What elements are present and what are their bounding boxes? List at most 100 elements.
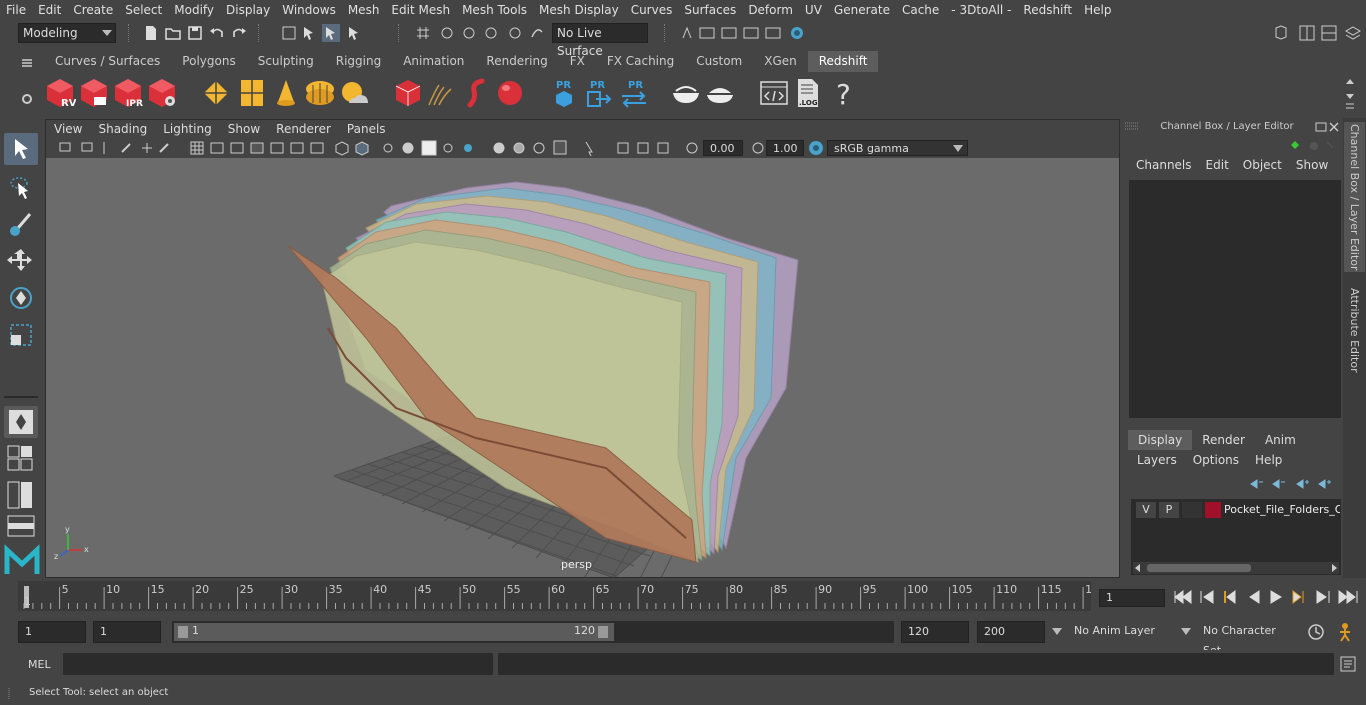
sphere-icon[interactable] — [494, 77, 526, 109]
mel-label[interactable]: MEL — [28, 658, 51, 671]
viewport-menu-lighting[interactable]: Lighting — [155, 122, 220, 136]
redo-icon[interactable] — [230, 24, 248, 42]
scroll-left-icon[interactable] — [1134, 564, 1142, 572]
ipr-render-icon[interactable]: IPR — [112, 77, 144, 109]
3d-viewport[interactable]: x y z persp — [46, 158, 1119, 577]
menu-surfaces[interactable]: Surfaces — [678, 0, 742, 20]
select-mode-icon[interactable] — [345, 24, 363, 42]
chevron-down-icon[interactable] — [1181, 628, 1191, 636]
volume-icon[interactable] — [462, 77, 494, 109]
layer-menu-options[interactable]: Options — [1185, 453, 1247, 471]
menu-3dtoall[interactable]: - 3DtoAll - — [945, 0, 1017, 20]
time-slider[interactable]: 5 10 15 20 25 30 35 40 45 50 55 60 65 70 75 80 85 90 95 100… — [18, 581, 1099, 611]
snap-view-icon[interactable] — [482, 24, 500, 42]
channel-menu-object[interactable]: Object — [1236, 158, 1289, 176]
snap-grid-icon[interactable] — [414, 24, 432, 42]
shelf-tab-polygons[interactable]: Polygons — [171, 51, 246, 72]
menu-mesh[interactable]: Mesh — [342, 0, 386, 20]
menu-curves[interactable]: Curves — [625, 0, 679, 20]
sun-light-icon[interactable] — [338, 77, 370, 109]
character-set-selector[interactable]: No Character Set — [1197, 621, 1297, 657]
anim-layer-selector[interactable]: No Anim Layer — [1068, 621, 1172, 643]
menu-create[interactable]: Create — [67, 0, 119, 20]
tab-attribute-editor[interactable]: Attribute Editor — [1344, 280, 1365, 380]
new-scene-icon[interactable] — [142, 24, 160, 42]
move-tool[interactable] — [4, 245, 38, 277]
shelf-tab-animation[interactable]: Animation — [392, 51, 475, 72]
snap-curve-icon[interactable] — [438, 24, 456, 42]
scroll-right-icon[interactable] — [1330, 564, 1338, 572]
menu-select[interactable]: Select — [119, 0, 168, 20]
shelf-tab-custom[interactable]: Custom — [685, 51, 753, 72]
layer-visibility-toggle[interactable]: V — [1136, 502, 1156, 518]
pr-cube-icon[interactable]: PR — [548, 77, 580, 109]
snap-point-icon[interactable] — [460, 24, 478, 42]
gamma-field[interactable]: 1.00 — [766, 140, 804, 156]
range-slider-track[interactable]: 1 120 — [172, 621, 894, 643]
animation-prefs-icon[interactable] — [1334, 622, 1356, 642]
drag-handle-icon[interactable] — [1125, 121, 1139, 131]
menu-help[interactable]: Help — [1078, 0, 1117, 20]
layout-outliner-icon[interactable] — [6, 514, 36, 538]
layer-menu-help[interactable]: Help — [1247, 453, 1290, 471]
menu-uv[interactable]: UV — [799, 0, 828, 20]
hair-icon[interactable] — [426, 77, 458, 109]
float-panel-icon[interactable] — [1315, 122, 1327, 132]
layers-icon[interactable] — [1344, 24, 1362, 42]
log-icon[interactable]: .LOG — [792, 77, 824, 109]
shelf-menu-icon[interactable] — [20, 56, 34, 70]
menu-redshift[interactable]: Redshift — [1017, 0, 1078, 20]
ipr-render-icon[interactable] — [742, 24, 760, 42]
viewport-menu-shading[interactable]: Shading — [90, 122, 155, 136]
mode-selector[interactable]: Modeling — [18, 23, 116, 43]
channel-menu-show[interactable]: Show — [1289, 158, 1335, 176]
layer-reference-toggle[interactable] — [1182, 502, 1202, 518]
exposure-field[interactable]: 0.00 — [703, 140, 743, 156]
command-input[interactable] — [63, 653, 493, 675]
script-icon[interactable] — [758, 77, 790, 109]
layout-two-icon[interactable] — [6, 480, 36, 510]
playback-controls[interactable] — [1173, 587, 1363, 607]
lasso-tool[interactable] — [4, 171, 38, 203]
tab-channel-box[interactable]: Channel Box / Layer Editor — [1344, 122, 1365, 272]
select-hierarchy-icon[interactable] — [280, 24, 298, 42]
playback-end-field[interactable]: 120 — [901, 621, 969, 643]
panel-layout-2-icon[interactable] — [1320, 24, 1338, 42]
select-component-icon[interactable] — [322, 24, 340, 42]
range-handle-right[interactable] — [598, 626, 608, 638]
range-handle-left[interactable] — [178, 626, 188, 638]
open-scene-icon[interactable] — [164, 24, 182, 42]
auto-key-icon[interactable] — [1306, 622, 1326, 642]
spot-light-icon[interactable] — [270, 77, 302, 109]
channel-menu-edit[interactable]: Edit — [1199, 158, 1236, 176]
rotate-tool[interactable] — [4, 282, 38, 314]
layout-four-icon[interactable] — [6, 444, 36, 474]
viewport-menu-panels[interactable]: Panels — [339, 122, 394, 136]
select-tool[interactable] — [4, 133, 38, 165]
paint-select-tool[interactable] — [4, 208, 38, 240]
scene-end-field[interactable]: 200 — [977, 621, 1045, 643]
make-live-icon[interactable] — [528, 24, 546, 42]
light-panel-icon[interactable] — [236, 77, 268, 109]
menu-mesh-display[interactable]: Mesh Display — [533, 0, 625, 20]
layer-action-icons[interactable] — [1243, 476, 1339, 492]
render-settings-icon[interactable] — [146, 77, 178, 109]
channel-list[interactable] — [1129, 180, 1341, 418]
scroll-thumb[interactable] — [1147, 564, 1251, 572]
color-management-icon[interactable] — [808, 140, 824, 156]
close-icon[interactable] — [1329, 122, 1339, 132]
menu-mesh-tools[interactable]: Mesh Tools — [456, 0, 533, 20]
script-editor-icon[interactable] — [1340, 656, 1356, 672]
rv-render-icon[interactable]: RV — [44, 77, 76, 109]
shelf-tab-rendering[interactable]: Rendering — [475, 51, 558, 72]
shelf-tab-xgen[interactable]: XGen — [753, 51, 808, 72]
render-settings-icon[interactable] — [764, 24, 782, 42]
viewport-menu-renderer[interactable]: Renderer — [268, 122, 339, 136]
layer-name[interactable]: Pocket_File_Folders_O — [1224, 502, 1340, 518]
layer-menu-layers[interactable]: Layers — [1129, 453, 1185, 471]
shelf-tab-redshift[interactable]: Redshift — [807, 51, 879, 72]
viewport-toolbar-icons[interactable] — [46, 138, 726, 158]
shelf-tab-curves-surfaces[interactable]: Curves / Surfaces — [44, 51, 171, 72]
save-scene-icon[interactable] — [186, 24, 204, 42]
current-frame-field[interactable]: 1 — [1099, 589, 1165, 607]
